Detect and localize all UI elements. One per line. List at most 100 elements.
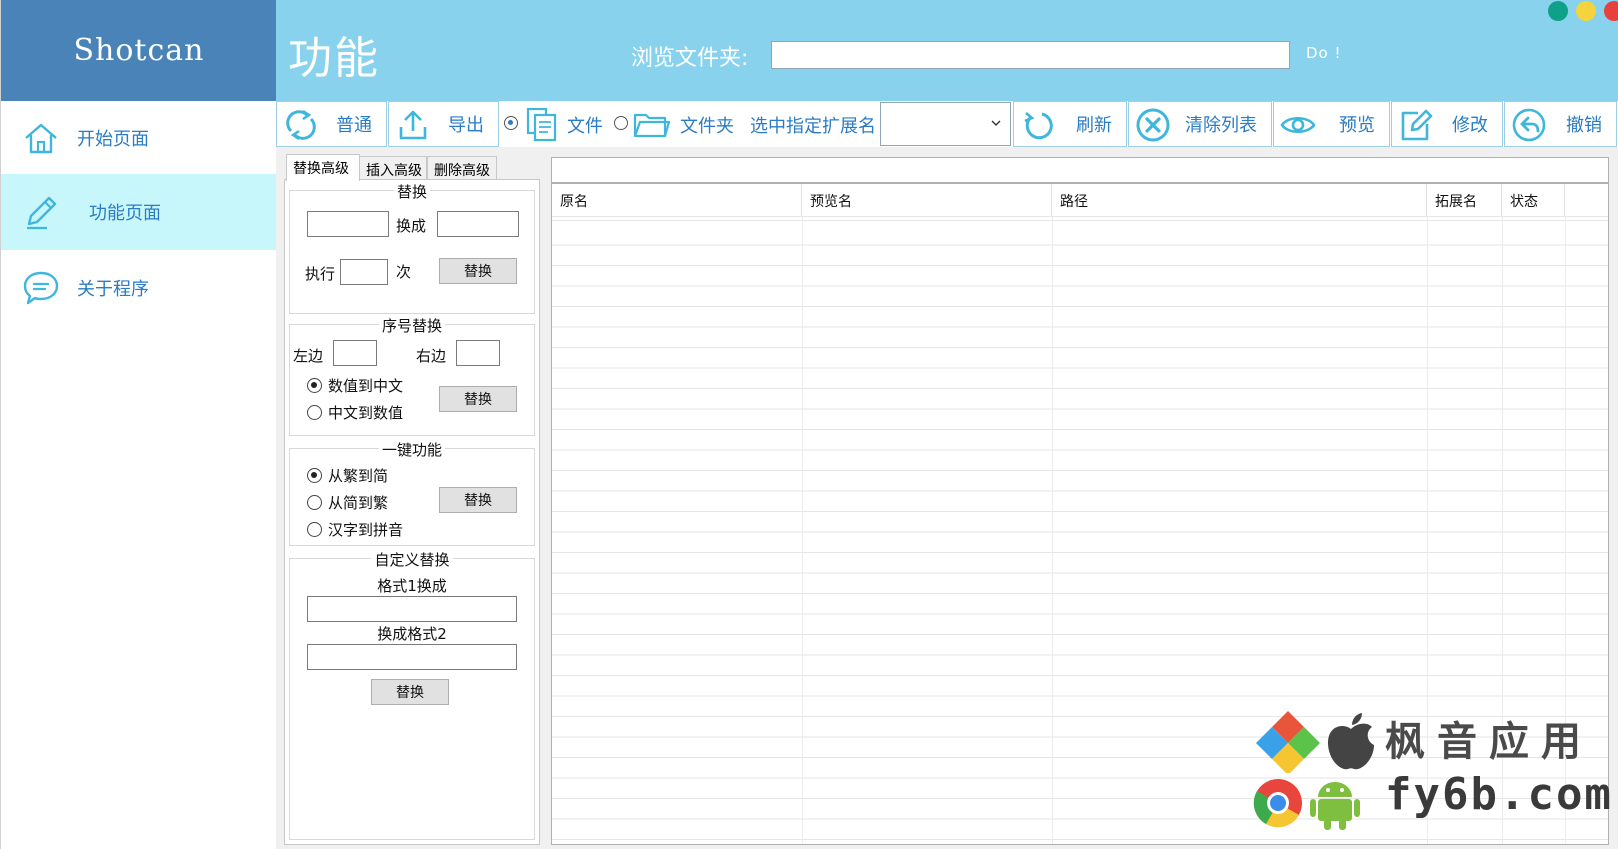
sidebar-item-label: 功能页面 bbox=[89, 203, 161, 224]
undo-button-label: 撤销 bbox=[1566, 115, 1602, 136]
column-header-status[interactable]: 状态 bbox=[1502, 184, 1565, 217]
normal-button-label: 普通 bbox=[336, 115, 372, 136]
upload-icon bbox=[399, 110, 427, 140]
left-side-input[interactable] bbox=[333, 340, 377, 366]
custom-replace-group: 自定义替换 格式1换成 换成格式2 替换 bbox=[289, 551, 535, 840]
undo-icon bbox=[1512, 108, 1546, 142]
refresh-button-label: 刷新 bbox=[1076, 115, 1112, 136]
replace-group-title: 替换 bbox=[393, 183, 430, 201]
pencil-icon bbox=[27, 196, 57, 230]
simp-to-trad-radio[interactable]: 从简到繁 bbox=[307, 492, 388, 513]
file-option-label: 文件 bbox=[567, 116, 603, 137]
replace-from-input[interactable] bbox=[307, 211, 389, 237]
replace-to-input[interactable] bbox=[437, 211, 519, 237]
watermark-site-name: 枫音应用 bbox=[1385, 719, 1593, 765]
radio-indicator bbox=[307, 522, 322, 537]
sidebar-item-about[interactable]: 关于程序 bbox=[1, 250, 277, 326]
modify-button[interactable]: 修改 bbox=[1391, 101, 1503, 147]
home-icon bbox=[25, 123, 57, 154]
seq-replace-group: 序号替换 左边 右边 数值到中文 中文到数值 替换 bbox=[289, 317, 535, 436]
column-header-preview-name[interactable]: 预览名 bbox=[802, 184, 1052, 217]
radio-label: 汉字到拼音 bbox=[328, 521, 404, 539]
edit-icon bbox=[1401, 109, 1433, 141]
tab-replace-advanced[interactable]: 替换高级 bbox=[286, 154, 360, 181]
android-logo-icon bbox=[1310, 782, 1360, 830]
radio-indicator bbox=[307, 495, 322, 510]
sidebar: Shotcan 开始页面 功能页面 关于程序 bbox=[0, 0, 277, 849]
exec-times-input[interactable] bbox=[340, 259, 388, 285]
times-label: 次 bbox=[396, 263, 412, 281]
toolbar: 普通 导出 文件 文件夹 选中指定扩展名 刷新 清除列表 预览 修改 撤销 bbox=[276, 101, 1618, 147]
advanced-options-panel: 替换高级 插入高级 删除高级 替换 换成 执行 次 替换 序号替换 左边 右边 … bbox=[276, 147, 548, 849]
file-radio[interactable] bbox=[504, 116, 518, 130]
chat-bubble-icon bbox=[23, 271, 59, 305]
format2-label: 换成格式2 bbox=[377, 625, 447, 643]
ext-filter-label: 选中指定扩展名 bbox=[750, 116, 876, 137]
radio-indicator bbox=[307, 378, 322, 393]
custom-replace-button[interactable]: 替换 bbox=[371, 679, 449, 705]
custom-replace-group-title: 自定义替换 bbox=[371, 551, 453, 569]
num-to-chinese-radio[interactable]: 数值到中文 bbox=[307, 375, 403, 396]
window-close-button[interactable] bbox=[1604, 1, 1618, 21]
right-side-input[interactable] bbox=[456, 340, 500, 366]
clear-circle-x-icon bbox=[1136, 108, 1170, 142]
browse-folder-label: 浏览文件夹: bbox=[631, 46, 749, 71]
replace-advanced-tab-body: 替换 换成 执行 次 替换 序号替换 左边 右边 数值到中文 中文到数值 替换 bbox=[284, 179, 540, 845]
chinese-to-num-radio[interactable]: 中文到数值 bbox=[307, 402, 403, 423]
window-maximize-button[interactable] bbox=[1576, 1, 1596, 21]
browse-folder-input[interactable] bbox=[771, 41, 1290, 69]
undo-button[interactable]: 撤销 bbox=[1504, 101, 1617, 147]
export-button[interactable]: 导出 bbox=[388, 101, 499, 147]
hanzi-to-pinyin-radio[interactable]: 汉字到拼音 bbox=[307, 519, 403, 540]
documents-icon bbox=[526, 107, 557, 142]
do-button[interactable]: Do ! bbox=[1306, 44, 1342, 62]
tab-insert-advanced[interactable]: 插入高级 bbox=[359, 156, 427, 180]
cycle-arrows-icon bbox=[286, 109, 316, 141]
sidebar-item-function-page[interactable]: 功能页面 bbox=[1, 174, 277, 250]
watermark-site-url: fy6b.com bbox=[1385, 769, 1613, 820]
seq-replace-group-title: 序号替换 bbox=[378, 317, 445, 335]
folder-option-label: 文件夹 bbox=[680, 116, 734, 137]
column-header-path[interactable]: 路径 bbox=[1052, 184, 1427, 217]
chrome-logo-icon bbox=[1253, 779, 1302, 828]
exec-label: 执行 bbox=[305, 265, 336, 283]
preview-button-label: 预览 bbox=[1339, 115, 1375, 136]
windows-logo-icon bbox=[1256, 711, 1320, 773]
folder-radio[interactable] bbox=[614, 116, 628, 130]
radio-label: 数值到中文 bbox=[328, 377, 404, 395]
column-divider bbox=[1052, 217, 1053, 844]
app-brand: Shotcan bbox=[1, 0, 277, 101]
preview-button[interactable]: 预览 bbox=[1273, 101, 1390, 147]
radio-label: 中文到数值 bbox=[328, 404, 404, 422]
column-header-original-name[interactable]: 原名 bbox=[552, 184, 802, 217]
clear-list-button[interactable]: 清除列表 bbox=[1128, 101, 1272, 147]
page-title: 功能 bbox=[288, 33, 380, 84]
radio-label: 从繁到简 bbox=[328, 467, 389, 485]
format2-input[interactable] bbox=[307, 644, 517, 670]
sidebar-item-start-page[interactable]: 开始页面 bbox=[1, 100, 277, 176]
one-key-group: 一键功能 从繁到简 从简到繁 汉字到拼音 替换 bbox=[289, 441, 535, 546]
file-list-topbar bbox=[551, 157, 1609, 183]
column-divider bbox=[802, 217, 803, 844]
export-button-label: 导出 bbox=[448, 115, 484, 136]
trad-to-simp-radio[interactable]: 从繁到简 bbox=[307, 465, 388, 486]
modify-button-label: 修改 bbox=[1452, 115, 1488, 136]
one-key-group-title: 一键功能 bbox=[378, 441, 445, 459]
refresh-button[interactable]: 刷新 bbox=[1013, 101, 1127, 147]
replace-group: 替换 换成 执行 次 替换 bbox=[289, 183, 535, 314]
replace-to-label: 换成 bbox=[396, 217, 427, 235]
extension-select[interactable] bbox=[880, 102, 1011, 146]
clear-list-button-label: 清除列表 bbox=[1185, 115, 1257, 136]
refresh-icon bbox=[1024, 112, 1053, 140]
column-header-extension[interactable]: 拓展名 bbox=[1427, 184, 1502, 217]
sidebar-item-label: 关于程序 bbox=[77, 279, 149, 300]
seq-replace-button[interactable]: 替换 bbox=[439, 386, 517, 412]
window-minimize-button[interactable] bbox=[1548, 1, 1568, 21]
format1-input[interactable] bbox=[307, 596, 517, 622]
one-key-replace-button[interactable]: 替换 bbox=[439, 487, 517, 513]
normal-button[interactable]: 普通 bbox=[276, 101, 387, 147]
tab-delete-advanced[interactable]: 删除高级 bbox=[427, 156, 497, 180]
replace-button[interactable]: 替换 bbox=[439, 258, 517, 284]
eye-icon bbox=[1280, 116, 1316, 134]
folder-icon bbox=[633, 113, 670, 138]
